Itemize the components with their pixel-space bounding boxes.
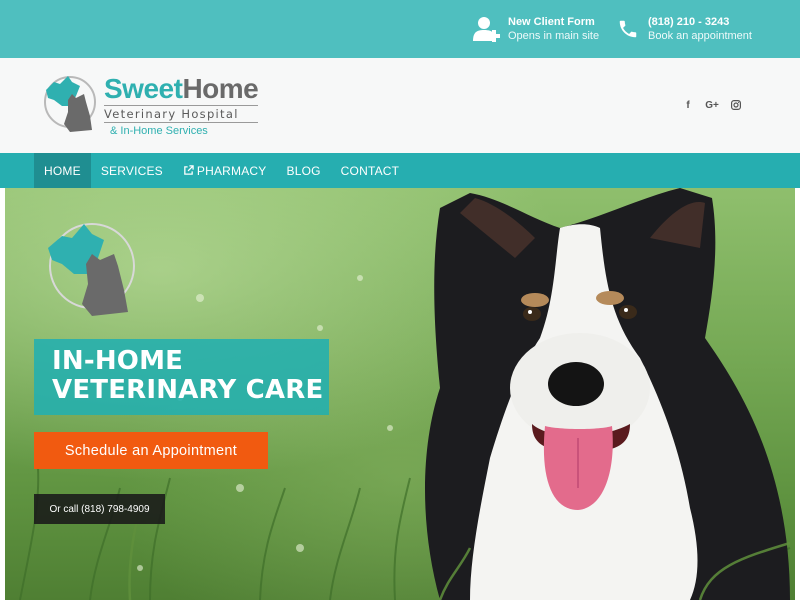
hero-title-line1: IN-HOME: [52, 346, 184, 376]
hero-frame-right: [795, 188, 800, 600]
nav-link-services[interactable]: SERVICES: [91, 153, 173, 188]
google-plus-icon[interactable]: G+: [705, 98, 719, 112]
nav-link-pharmacy[interactable]: PHARMACY: [173, 153, 277, 188]
hero-banner: IN-HOME VETERINARY CARE Schedule an Appo…: [0, 188, 800, 600]
social-links: f G+: [682, 98, 742, 112]
hero-title: IN-HOME VETERINARY CARE: [34, 339, 329, 415]
site-header: SweetHome Veterinary Hospital & In-Home …: [0, 58, 800, 153]
nav-item-blog: BLOG: [277, 153, 331, 188]
phone-number: (818) 210 - 3243: [648, 15, 730, 28]
phone-link[interactable]: (818) 210 - 3243 Book an appointment: [612, 14, 752, 44]
new-client-form-title: New Client Form: [508, 15, 595, 28]
top-bar: New Client Form Opens in main site (818)…: [0, 0, 800, 58]
new-client-form-subtitle: Opens in main site: [508, 29, 600, 42]
user-plus-icon: [472, 14, 504, 44]
nav-link-home[interactable]: HOME: [34, 153, 91, 188]
site-logo[interactable]: SweetHome Veterinary Hospital & In-Home …: [42, 72, 282, 138]
logo-subtitle: Veterinary Hospital: [104, 105, 259, 123]
instagram-icon[interactable]: [730, 98, 742, 112]
logo-name: SweetHome: [104, 73, 259, 104]
new-client-form-link[interactable]: New Client Form Opens in main site: [472, 14, 599, 44]
nav-item-home: HOME: [34, 153, 91, 188]
logo-name-sweet: Sweet: [104, 73, 183, 104]
pet-logo-icon: [44, 76, 96, 132]
nav-link-blog[interactable]: BLOG: [277, 153, 331, 188]
logo-name-home: Home: [182, 73, 259, 104]
external-link-icon: [184, 165, 194, 175]
call-phone-button[interactable]: Or call (818) 798-4909: [34, 494, 165, 524]
facebook-icon[interactable]: f: [682, 98, 694, 112]
phone-icon: [612, 14, 644, 44]
nav-item-pharmacy: PHARMACY: [173, 153, 277, 188]
nav-item-contact: CONTACT: [331, 153, 410, 188]
phone-subtitle: Book an appointment: [648, 29, 752, 42]
hero-title-line2: VETERINARY CARE: [52, 375, 324, 405]
hero-frame-left: [0, 188, 5, 600]
nav-item-services: SERVICES: [91, 153, 173, 188]
logo-tagline: & In-Home Services: [110, 125, 208, 137]
hero-pet-emblem-icon: [48, 223, 135, 316]
nav-label-pharmacy: PHARMACY: [196, 163, 267, 178]
schedule-appointment-button[interactable]: Schedule an Appointment: [34, 432, 268, 469]
nav-link-contact[interactable]: CONTACT: [331, 153, 410, 188]
main-nav: HOME SERVICES PHARMACY BLOG CONTACT: [0, 153, 800, 188]
